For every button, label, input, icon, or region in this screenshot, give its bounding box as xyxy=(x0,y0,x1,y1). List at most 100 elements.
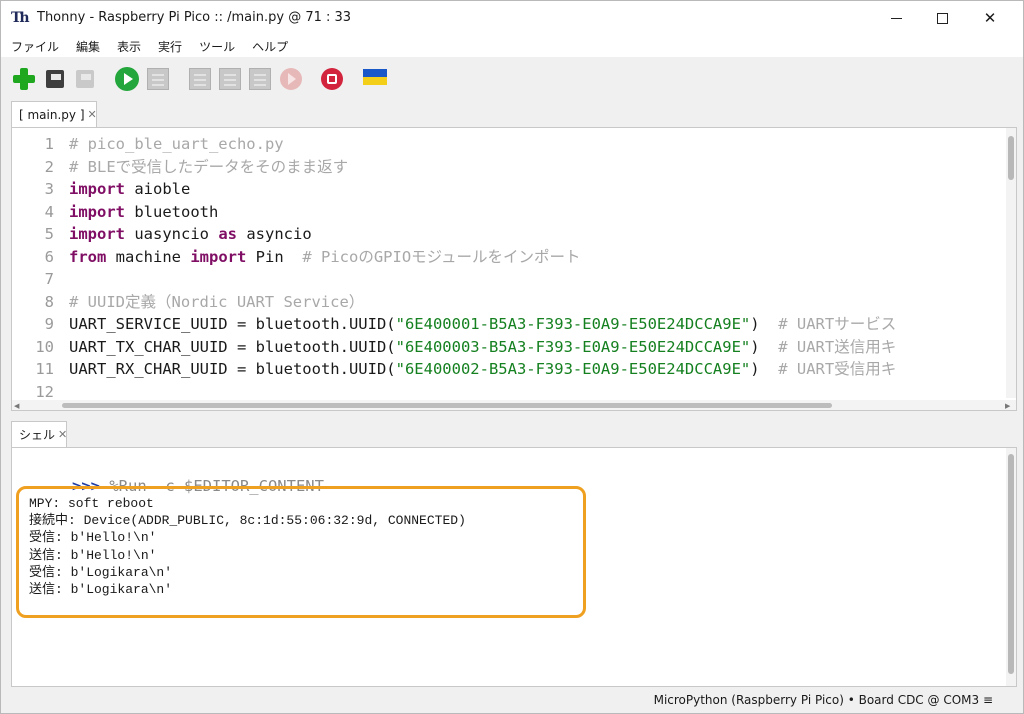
code-token: machine xyxy=(106,247,191,266)
shell-command-line: >>> %Run -c $EDITOR_CONTENT xyxy=(16,450,324,495)
menu-file[interactable]: ファイル xyxy=(11,38,59,55)
code-token: bluetooth xyxy=(125,202,219,221)
step-over-icon[interactable] xyxy=(189,68,211,90)
line-number: 3 xyxy=(44,180,54,198)
output-line: 受信: b'Logikara\n' xyxy=(29,564,173,580)
step-out-icon[interactable] xyxy=(249,68,271,90)
menu-tools[interactable]: ツール xyxy=(199,38,235,55)
output-line: MPY: soft reboot xyxy=(29,496,154,511)
close-tab-icon[interactable]: ✕ xyxy=(58,428,67,441)
save-icon[interactable] xyxy=(75,68,97,90)
code-token: ) xyxy=(750,337,779,356)
code-line[interactable]: UART_SERVICE_UUID = bluetooth.UUID("6E40… xyxy=(69,313,896,335)
scrollbar-thumb[interactable] xyxy=(1008,136,1014,180)
code-token: asyncio xyxy=(237,225,312,243)
code-area[interactable]: # pico_ble_uart_echo.py # BLEで受信したデータをそのま… xyxy=(69,128,1006,398)
thonny-logo-icon: Th xyxy=(11,10,30,26)
new-file-icon[interactable] xyxy=(13,68,35,90)
line-number: 9 xyxy=(44,315,54,333)
output-line: 送信: b'Logikara\n' xyxy=(29,582,173,597)
toolbar xyxy=(1,57,1023,99)
tab-label: シェル xyxy=(19,428,56,442)
comment-token: # PicoのGPIOモジュールをインポート xyxy=(302,247,581,266)
scrollbar-thumb[interactable] xyxy=(62,403,832,408)
line-number: 6 xyxy=(44,247,54,266)
line-number: 4 xyxy=(44,202,54,221)
line-number: 8 xyxy=(44,292,54,311)
line-number: 5 xyxy=(44,225,54,243)
line-number: 1 xyxy=(44,135,54,153)
menu-run[interactable]: 実行 xyxy=(158,38,182,55)
code-token: ) xyxy=(750,315,779,333)
menu-help[interactable]: ヘルプ xyxy=(252,38,288,55)
code-line[interactable]: import aioble xyxy=(69,178,190,200)
scroll-left-icon[interactable]: ◀ xyxy=(14,402,19,410)
title-bar: Th Thonny - Raspberry Pi Pico :: /main.p… xyxy=(1,1,1023,35)
comment-token: # UART送信用キ xyxy=(778,337,897,356)
tab-label: [ main.py ] xyxy=(19,107,85,122)
keyword-token: import xyxy=(69,225,125,243)
comment-token: # BLEで受信したデータをそのまま返す xyxy=(69,157,349,176)
shell-console[interactable]: >>> %Run -c $EDITOR_CONTENT MPY: soft re… xyxy=(11,447,1017,687)
code-line[interactable]: UART_TX_CHAR_UUID = bluetooth.UUID("6E40… xyxy=(69,336,896,358)
code-line[interactable]: # BLEで受信したデータをそのまま返す xyxy=(69,156,348,178)
interpreter-status[interactable]: MicroPython (Raspberry Pi Pico) • Board … xyxy=(654,693,993,707)
keyword-token: import xyxy=(69,180,125,198)
keyword-token: as xyxy=(218,225,237,243)
shell-vertical-scrollbar[interactable] xyxy=(1006,448,1016,686)
comment-token: # UART受信用キ xyxy=(778,360,897,378)
editor-horizontal-scrollbar[interactable]: ◀ ▶ xyxy=(12,400,1016,410)
line-number: 11 xyxy=(35,360,54,378)
line-number: 7 xyxy=(44,270,54,288)
scrollbar-thumb[interactable] xyxy=(1008,454,1014,674)
close-tab-icon[interactable]: ✕ xyxy=(88,108,97,121)
resume-icon[interactable] xyxy=(280,68,302,90)
tab-main-py[interactable]: [ main.py ] ✕ xyxy=(11,101,97,127)
menu-bar: ファイル 編集 表示 実行 ツール ヘルプ xyxy=(1,35,1023,57)
minimize-button[interactable] xyxy=(873,1,919,35)
code-editor[interactable]: 1 2 3 4 5 6 7 8 9 10 11 12 # pico_ble_uart_echo.py #… xyxy=(11,127,1017,411)
step-into-icon[interactable] xyxy=(219,68,241,90)
window-title: Thonny - Raspberry Pi Pico :: /main.py @… xyxy=(37,10,352,25)
run-icon[interactable] xyxy=(115,67,139,91)
close-button[interactable]: ✕ xyxy=(967,1,1013,35)
tab-shell[interactable]: シェル ✕ xyxy=(11,421,67,447)
code-line[interactable]: # pico_ble_uart_echo.py xyxy=(69,133,284,155)
maximize-button[interactable] xyxy=(919,1,965,35)
code-token: UART_TX_CHAR_UUID = bluetooth.UUID( xyxy=(69,337,396,356)
thonny-window: Th Thonny - Raspberry Pi Pico :: /main.p… xyxy=(0,0,1024,714)
menu-view[interactable]: 表示 xyxy=(117,38,141,55)
close-icon: ✕ xyxy=(983,9,997,27)
code-token: UART_RX_CHAR_UUID = bluetooth.UUID( xyxy=(69,360,396,378)
minimize-icon xyxy=(890,17,902,19)
code-line[interactable]: UART_RX_CHAR_UUID = bluetooth.UUID("6E40… xyxy=(69,358,896,380)
code-line[interactable]: import uasyncio as asyncio xyxy=(69,223,312,245)
code-line[interactable]: from machine import Pin # PicoのGPIOモジュール… xyxy=(69,246,581,268)
keyword-token: import xyxy=(190,247,247,266)
code-line[interactable]: import bluetooth xyxy=(69,201,218,223)
code-token: UART_SERVICE_UUID = bluetooth.UUID( xyxy=(69,315,396,333)
code-line[interactable]: # UUID定義（Nordic UART Service） xyxy=(69,291,364,313)
stop-icon[interactable] xyxy=(321,68,343,90)
output-line: 受信: b'Hello!\n' xyxy=(29,530,157,546)
maximize-icon xyxy=(936,12,948,24)
menu-edit[interactable]: 編集 xyxy=(76,38,100,55)
code-token: uasyncio xyxy=(125,225,219,243)
ukraine-flag-icon[interactable] xyxy=(363,69,387,85)
highlighted-output: MPY: soft reboot 接続中: Device(ADDR_PUBLIC,… xyxy=(16,486,586,618)
scroll-right-icon[interactable]: ▶ xyxy=(1005,402,1010,410)
code-token: ) xyxy=(750,360,779,378)
editor-vertical-scrollbar[interactable] xyxy=(1006,128,1016,398)
comment-token: # pico_ble_uart_echo.py xyxy=(69,135,284,153)
comment-token: # UUID定義（Nordic UART Service） xyxy=(69,292,365,311)
code-token: Pin xyxy=(246,247,303,266)
output-line: 接続中: Device(ADDR_PUBLIC, 8c:1d:55:06:32:… xyxy=(29,513,466,529)
load-icon[interactable] xyxy=(45,68,67,90)
debug-icon[interactable] xyxy=(147,68,169,90)
string-token: "6E400003-B5A3-F393-E0A9-E50E24DCCA9E" xyxy=(395,337,751,356)
string-token: "6E400002-B5A3-F393-E0A9-E50E24DCCA9E" xyxy=(395,360,751,378)
string-token: "6E400001-B5A3-F393-E0A9-E50E24DCCA9E" xyxy=(395,315,751,333)
line-number: 10 xyxy=(35,337,54,356)
output-line: 送信: b'Hello!\n' xyxy=(29,547,157,563)
line-number-gutter: 1 2 3 4 5 6 7 8 9 10 11 12 xyxy=(12,128,62,410)
